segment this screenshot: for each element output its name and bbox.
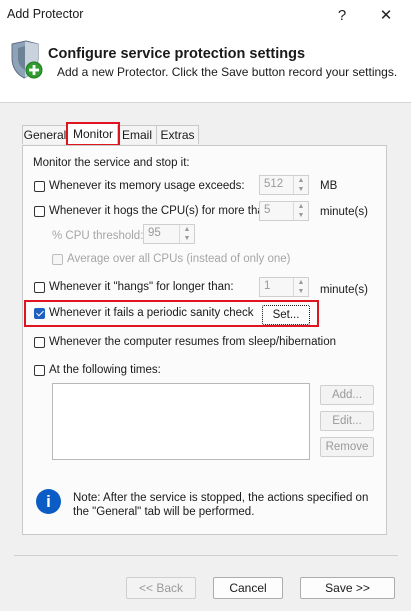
window-title: Add Protector (7, 7, 84, 21)
resume-label: Whenever the computer resumes from sleep… (49, 336, 337, 348)
footer-separator (14, 555, 398, 556)
cpu-value: 5 (264, 204, 271, 216)
cpu-unit: minute(s) (320, 206, 368, 218)
cpu-spinner[interactable]: 5 ▲ ▼ (259, 201, 309, 221)
sanity-check-label: Whenever it fails a periodic sanity chec… (49, 307, 254, 319)
monitor-tab-highlight (66, 122, 120, 146)
help-button[interactable]: ? (324, 0, 360, 30)
title-bar: Add Protector ? ✕ (0, 0, 411, 30)
note-text: Note: After the service is stopped, the … (73, 492, 369, 518)
header-subtitle: Add a new Protector. Click the Save butt… (57, 65, 398, 79)
cpu-threshold-value: 95 (148, 227, 161, 239)
cancel-button[interactable]: Cancel (213, 577, 283, 599)
memory-unit: MB (320, 180, 338, 192)
close-button[interactable]: ✕ (368, 0, 404, 30)
hangs-spinner[interactable]: 1 ▲ ▼ (259, 277, 309, 297)
cpu-threshold-spinner[interactable]: 95 ▲ ▼ (143, 224, 195, 244)
close-icon: ✕ (379, 7, 393, 24)
sanity-check-checkbox[interactable] (34, 308, 45, 319)
header-title: Configure service protection settings (48, 46, 306, 62)
edit-time-button[interactable]: Edit... (320, 411, 374, 431)
memory-label: Whenever its memory usage exceeds: (49, 180, 245, 192)
cpu-threshold-arrows[interactable]: ▲ ▼ (179, 225, 194, 243)
resume-checkbox[interactable] (34, 337, 45, 348)
memory-value: 512 (264, 178, 284, 190)
remove-time-button[interactable]: Remove (320, 437, 374, 457)
shield-add-icon (8, 40, 44, 80)
tab-extras[interactable]: Extras (156, 125, 199, 144)
sanity-set-button[interactable]: Set... (262, 305, 310, 325)
average-cpus-label: Average over all CPUs (instead of only o… (67, 253, 291, 265)
memory-spinner[interactable]: 512 ▲ ▼ (259, 175, 309, 195)
cpu-label: Whenever it hogs the CPU(s) for more tha… (49, 205, 274, 217)
cpu-threshold-label: % CPU threshold: (52, 230, 144, 242)
hangs-value: 1 (264, 280, 271, 292)
tab-email[interactable]: Email (117, 125, 157, 144)
save-button[interactable]: Save >> (300, 577, 395, 599)
cpu-spinner-arrows[interactable]: ▲ ▼ (293, 202, 308, 220)
monitor-section-label: Monitor the service and stop it: (33, 157, 190, 169)
add-time-button[interactable]: Add... (320, 385, 374, 405)
times-list[interactable] (52, 383, 310, 460)
memory-spinner-arrows[interactable]: ▲ ▼ (293, 176, 308, 194)
tab-general[interactable]: General (22, 125, 68, 144)
back-button[interactable]: << Back (126, 577, 196, 599)
hangs-checkbox[interactable] (34, 282, 45, 293)
times-label: At the following times: (49, 364, 161, 376)
average-cpus-checkbox[interactable] (52, 254, 63, 265)
hangs-unit: minute(s) (320, 284, 368, 296)
hangs-label: Whenever it "hangs" for longer than: (49, 281, 234, 293)
memory-checkbox[interactable] (34, 181, 45, 192)
cpu-checkbox[interactable] (34, 206, 45, 217)
hangs-spinner-arrows[interactable]: ▲ ▼ (293, 278, 308, 296)
times-checkbox[interactable] (34, 365, 45, 376)
dialog-header: Configure service protection settings Ad… (0, 30, 411, 103)
info-icon: i (36, 489, 61, 514)
